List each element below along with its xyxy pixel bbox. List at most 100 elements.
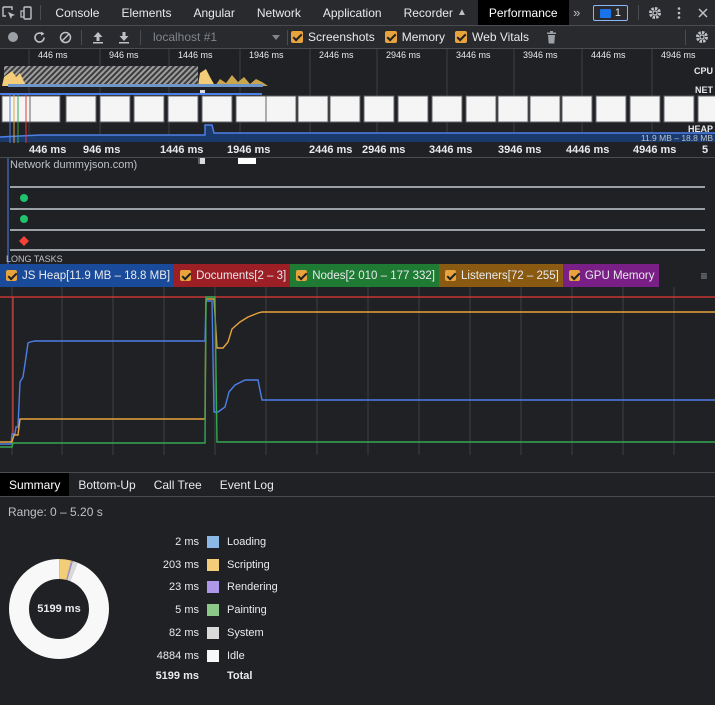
total-row: 5199 ms Total	[0, 667, 320, 685]
device-toolbar-icon[interactable]	[18, 0, 36, 25]
ruler-tick-label: 2446 ms	[309, 144, 353, 156]
range-label: Range: 0 – 5.20 s	[8, 505, 103, 519]
breakdown-row: 82 ms System	[0, 624, 320, 642]
tab-network[interactable]: Network	[246, 0, 312, 25]
tab-event-log[interactable]: Event Log	[211, 473, 283, 496]
legend-swatch	[207, 626, 219, 639]
breakdown-value: 2 ms	[175, 536, 199, 548]
tab-summary[interactable]: Summary	[0, 473, 70, 496]
divider	[685, 29, 686, 45]
breakdown-value: 203 ms	[162, 558, 199, 571]
flask-icon: ▲	[456, 7, 467, 18]
issues-icon	[599, 8, 611, 18]
overview-graph	[0, 49, 715, 144]
counter-label: Documents[2 – 3]	[196, 269, 287, 282]
divider	[39, 5, 41, 20]
memory-checkbox[interactable]: Memory	[384, 30, 445, 44]
breakdown-row: 5 ms Painting	[0, 601, 320, 619]
clear-icon[interactable]	[52, 26, 78, 49]
breakdown-row: 203 ms Scripting	[0, 556, 320, 574]
overview-tick-label: 3946 ms	[523, 50, 558, 60]
close-icon[interactable]	[691, 0, 715, 25]
network-track-label[interactable]: Network dummyjson.com)	[10, 159, 137, 171]
breakdown-label: Painting	[227, 604, 267, 617]
legend-swatch	[207, 604, 219, 617]
inspect-element-icon[interactable]	[0, 0, 18, 25]
target-select[interactable]: localhost #1	[144, 26, 284, 49]
flame-chart[interactable]: Network dummyjson.com) LONG TASKS	[0, 158, 715, 264]
divider	[140, 29, 141, 45]
overview-tick-label: 4946 ms	[661, 50, 696, 60]
hamburger-menu-icon[interactable]: ≡	[693, 264, 715, 287]
legend-swatch	[207, 649, 219, 662]
overview-tick-label: 1946 ms	[249, 50, 284, 60]
tab-application[interactable]: Application	[312, 0, 393, 25]
tab-performance[interactable]: Performance	[477, 0, 569, 25]
checkbox-checked-icon	[6, 270, 17, 281]
counter-toggle[interactable]: GPU Memory	[562, 264, 659, 287]
counter-toggle[interactable]: Documents[2 – 3]	[174, 264, 291, 287]
garbage-collect-icon[interactable]	[539, 26, 565, 49]
web-vitals-checkbox[interactable]: Web Vitals	[455, 30, 529, 44]
tab-call-tree[interactable]: Call Tree	[145, 473, 211, 496]
upload-profile-icon[interactable]	[85, 26, 111, 49]
ruler-tick-label: 3946 ms	[498, 144, 542, 156]
record-icon[interactable]	[0, 26, 26, 49]
download-profile-icon[interactable]	[111, 26, 137, 49]
flame-chart-tracks	[7, 158, 705, 264]
divider	[81, 29, 82, 45]
breakdown-value: 4884 ms	[156, 649, 199, 662]
divider	[287, 29, 288, 45]
cpu-label: CPU	[693, 66, 713, 76]
breakdown-row: 4884 ms Idle	[0, 647, 320, 665]
counter-toggle[interactable]: Listeners[72 – 255]	[439, 264, 563, 287]
divider	[638, 5, 640, 20]
total-label: Total	[227, 670, 253, 682]
counter-label: Listeners[72 – 255]	[461, 269, 559, 282]
web-vitals-label: Web Vitals	[472, 30, 529, 44]
breakdown-label: Idle	[227, 649, 245, 662]
heap-range-label: 11.9 MB – 18.8 MB	[640, 133, 713, 143]
checkbox-checked-icon	[568, 270, 580, 281]
breakdown-row: 2 ms Loading	[0, 533, 320, 551]
tab-bottom-up[interactable]: Bottom-Up	[69, 473, 144, 496]
total-value: 5199 ms	[155, 670, 199, 682]
checkbox-checked-icon	[445, 270, 457, 281]
breakdown-row: 23 ms Rendering	[0, 578, 320, 596]
timeline-overview[interactable]: 446 ms 946 ms 1446 ms 1946 ms 2446 ms 2946 ms…	[0, 49, 715, 144]
breakdown-label: Scripting	[227, 558, 270, 571]
checkbox-checked-icon	[455, 31, 468, 43]
overview-tick-label: 446 ms	[38, 50, 68, 60]
counter-toggle[interactable]: Nodes[2 010 – 177 332]	[290, 264, 440, 287]
ruler-tick-label: 946 ms	[83, 144, 121, 156]
breakdown-value: 23 ms	[169, 581, 199, 594]
details-tabs: Summary Bottom-Up Call Tree Event Log	[0, 472, 715, 497]
counter-label: GPU Memory	[584, 269, 655, 282]
issues-button[interactable]: 1	[592, 5, 629, 21]
counter-toggle[interactable]: JS Heap[11.9 MB – 18.8 MB]	[0, 264, 175, 287]
tab-console[interactable]: Console	[44, 0, 110, 25]
reload-record-icon[interactable]	[26, 26, 52, 49]
chevron-down-icon	[272, 34, 280, 40]
ruler-tick-label: 2946 ms	[362, 144, 406, 156]
devtools-tabbar: Console Elements Angular Network Applica…	[0, 0, 715, 26]
memory-counters-graph[interactable]	[0, 287, 715, 455]
ruler-tick-label: 1946 ms	[227, 144, 271, 156]
tab-recorder[interactable]: Recorder ▲	[393, 0, 478, 25]
settings-gear-icon[interactable]	[643, 0, 667, 25]
overview-tick-label: 2446 ms	[319, 50, 354, 60]
more-tabs-icon[interactable]: »	[569, 0, 585, 25]
more-options-icon[interactable]	[667, 0, 691, 25]
legend-swatch	[207, 581, 219, 594]
ruler-tick-label: 5	[702, 144, 709, 156]
screenshots-checkbox[interactable]: Screenshots	[291, 30, 375, 44]
capture-settings-gear-icon[interactable]	[689, 26, 715, 49]
checkbox-checked-icon	[384, 31, 397, 43]
ruler-tick-label: 3446 ms	[429, 144, 473, 156]
counters-graph-svg	[0, 287, 715, 455]
tab-elements[interactable]: Elements	[110, 0, 182, 25]
breakdown-value: 5 ms	[175, 604, 199, 617]
checkbox-checked-icon	[180, 270, 192, 281]
overview-tick-label: 4446 ms	[591, 50, 626, 60]
tab-angular[interactable]: Angular	[182, 0, 245, 25]
